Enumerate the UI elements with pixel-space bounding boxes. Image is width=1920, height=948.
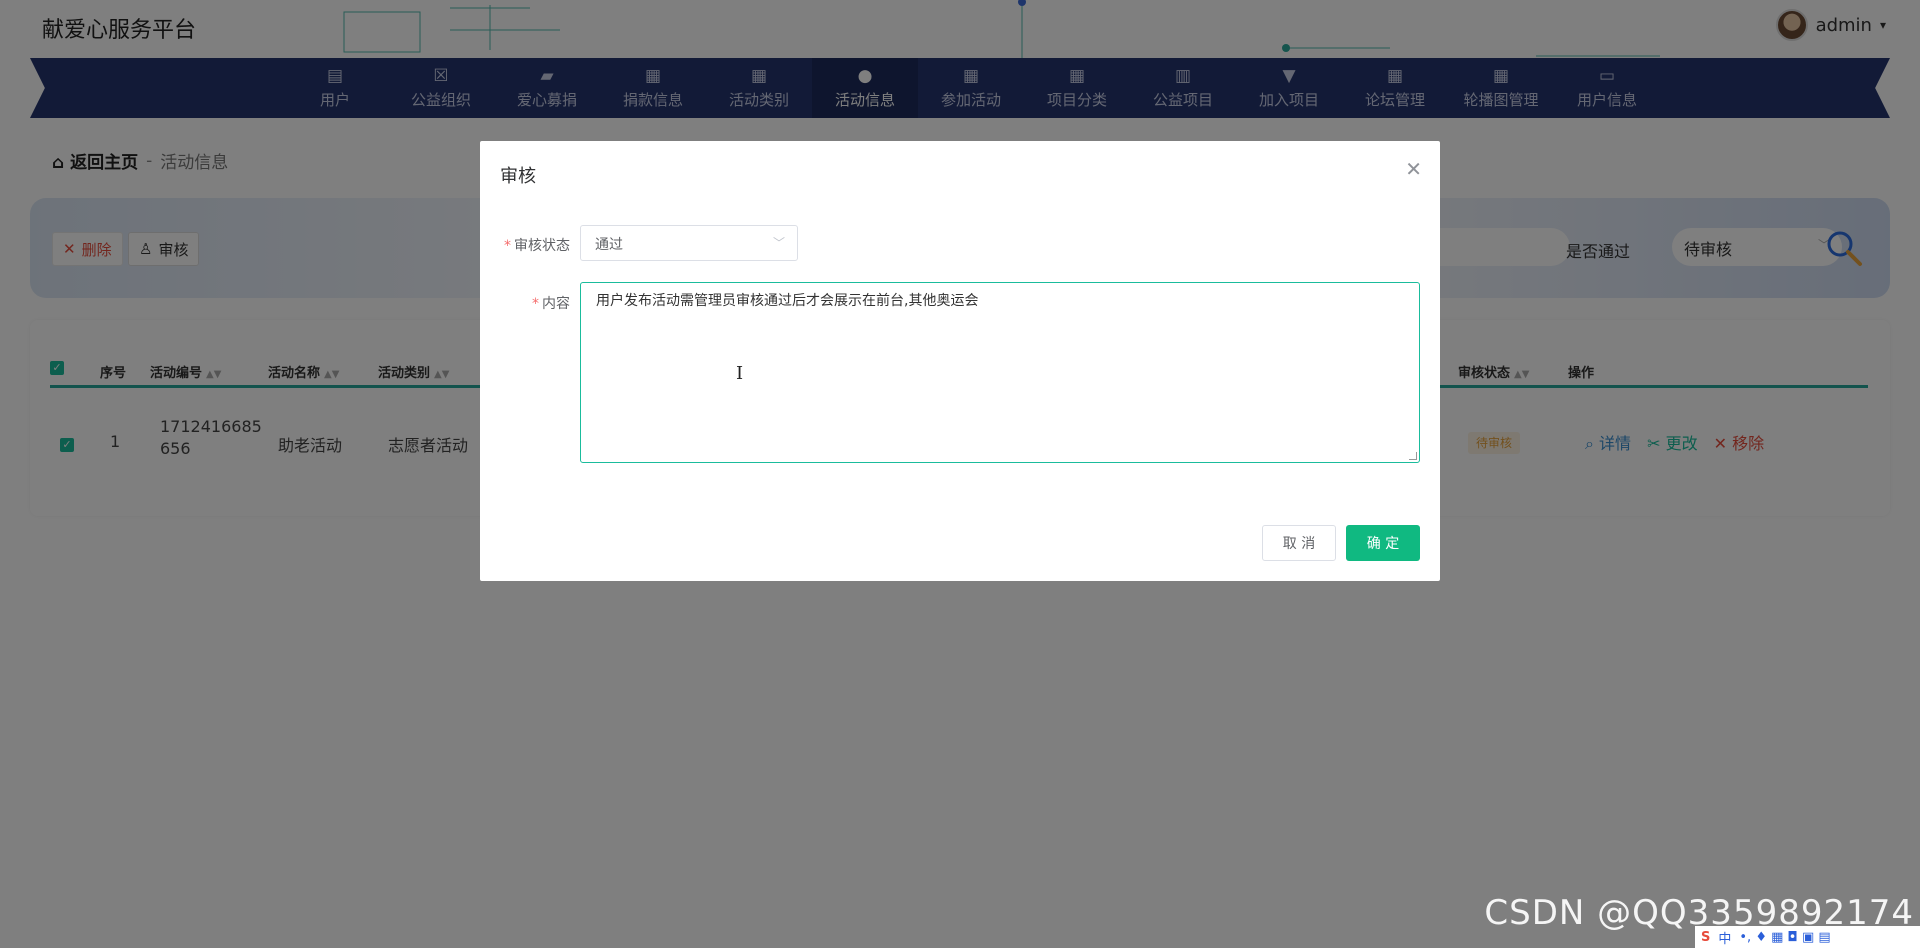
text-cursor-icon: I	[736, 363, 744, 384]
resize-handle[interactable]	[1409, 452, 1417, 460]
ime-logo: S	[1701, 929, 1711, 945]
dialog-title: 审核	[500, 166, 536, 187]
status-select-value: 通过	[595, 237, 623, 253]
ime-tools[interactable]: •, ♦ ▦ ◘ ▣ ▤	[1739, 930, 1830, 945]
content-textarea[interactable]: 用户发布活动需管理员审核通过后才会展示在前台,其他奥运会	[580, 282, 1420, 463]
close-icon[interactable]: ✕	[1405, 157, 1422, 181]
status-field-label: * 审核状态	[504, 238, 570, 254]
cancel-button[interactable]: 取 消	[1262, 525, 1336, 561]
content-field-label: * 内容	[532, 296, 570, 312]
chevron-down-icon: ﹀	[772, 236, 785, 250]
audit-dialog: 审核 ✕ * 审核状态 通过 ﹀ * 内容 用户发布活动需管理员审核通过后才会展示在…	[480, 141, 1440, 581]
ime-toolbar[interactable]: S 中 •, ♦ ▦ ◘ ▣ ▤	[1695, 926, 1920, 948]
content-text: 用户发布活动需管理员审核通过后才会展示在前台,其他奥运会	[596, 293, 979, 309]
confirm-button[interactable]: 确 定	[1346, 525, 1420, 561]
status-select[interactable]: 通过 ﹀	[580, 225, 798, 261]
ime-mode[interactable]: 中	[1718, 928, 1731, 947]
